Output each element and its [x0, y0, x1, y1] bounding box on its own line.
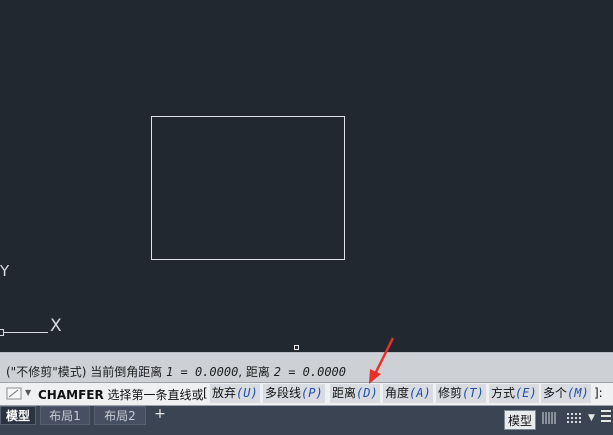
menu-icon[interactable]: [601, 410, 611, 424]
option-trim[interactable]: 修剪(T): [436, 384, 486, 403]
option-polyline-key: (P): [301, 386, 323, 400]
ucs-y-label: Y: [0, 262, 10, 280]
option-polyline[interactable]: 多段线(P): [263, 384, 325, 403]
command-history-text: ("不修剪"模式) 当前倒角距离 1 = 0.0000, 距离 2 = 0.00…: [6, 363, 346, 380]
option-distance[interactable]: 距离(D): [330, 384, 380, 403]
options-bracket-close: ]:: [594, 386, 603, 400]
option-method-key: (E): [515, 386, 537, 400]
history-mode-text: ("不修剪"模式) 当前倒角距离: [6, 365, 167, 379]
option-method-label: 方式: [491, 386, 516, 400]
option-method[interactable]: 方式(E): [489, 384, 539, 403]
grip-point[interactable]: [294, 345, 299, 350]
annotation-arrow-icon: [369, 337, 395, 384]
option-undo[interactable]: 放弃(U): [210, 384, 260, 403]
model-space-button[interactable]: 模型: [504, 410, 536, 430]
option-multiple[interactable]: 多个(M): [541, 384, 591, 403]
option-distance-label: 距离: [332, 386, 357, 400]
command-name: CHAMFER: [38, 388, 104, 402]
command-prompt: CHAMFER 选择第一条直线或: [38, 386, 204, 403]
tab-layout2[interactable]: 布局2: [94, 406, 146, 425]
ucs-x-label: X: [50, 316, 62, 336]
tab-model[interactable]: 模型: [0, 406, 36, 425]
drawn-rectangle[interactable]: [151, 116, 345, 260]
history-var2: 2 = 0.0000: [273, 365, 346, 379]
tab-layout1[interactable]: 布局1: [40, 406, 90, 425]
command-prompt-text: 选择第一条直线或: [103, 388, 204, 402]
ucs-origin-icon: [0, 329, 4, 336]
option-angle-label: 角度: [385, 386, 410, 400]
chevron-down-icon[interactable]: ▼: [588, 413, 595, 423]
option-trim-label: 修剪: [438, 386, 463, 400]
grid-icon[interactable]: [540, 410, 558, 426]
option-angle-key: (A): [409, 386, 431, 400]
chevron-down-icon[interactable]: ▼: [25, 388, 31, 397]
command-line-icon[interactable]: [6, 386, 22, 400]
ucs-x-axis: [3, 332, 48, 333]
option-trim-key: (T): [462, 386, 484, 400]
option-angle[interactable]: 角度(A): [383, 384, 433, 403]
history-var1: 1 = 0.0000: [166, 365, 239, 379]
option-multiple-label: 多个: [543, 386, 568, 400]
options-bracket-open: [: [203, 386, 208, 400]
add-layout-button[interactable]: +: [150, 405, 170, 424]
option-multiple-key: (M): [567, 386, 589, 400]
option-distance-key: (D): [356, 386, 378, 400]
option-polyline-label: 多段线: [265, 386, 302, 400]
option-undo-key: (U): [236, 386, 258, 400]
option-undo-label: 放弃: [212, 386, 237, 400]
snap-icon[interactable]: [565, 410, 583, 426]
history-separator: , 距离: [238, 365, 274, 379]
